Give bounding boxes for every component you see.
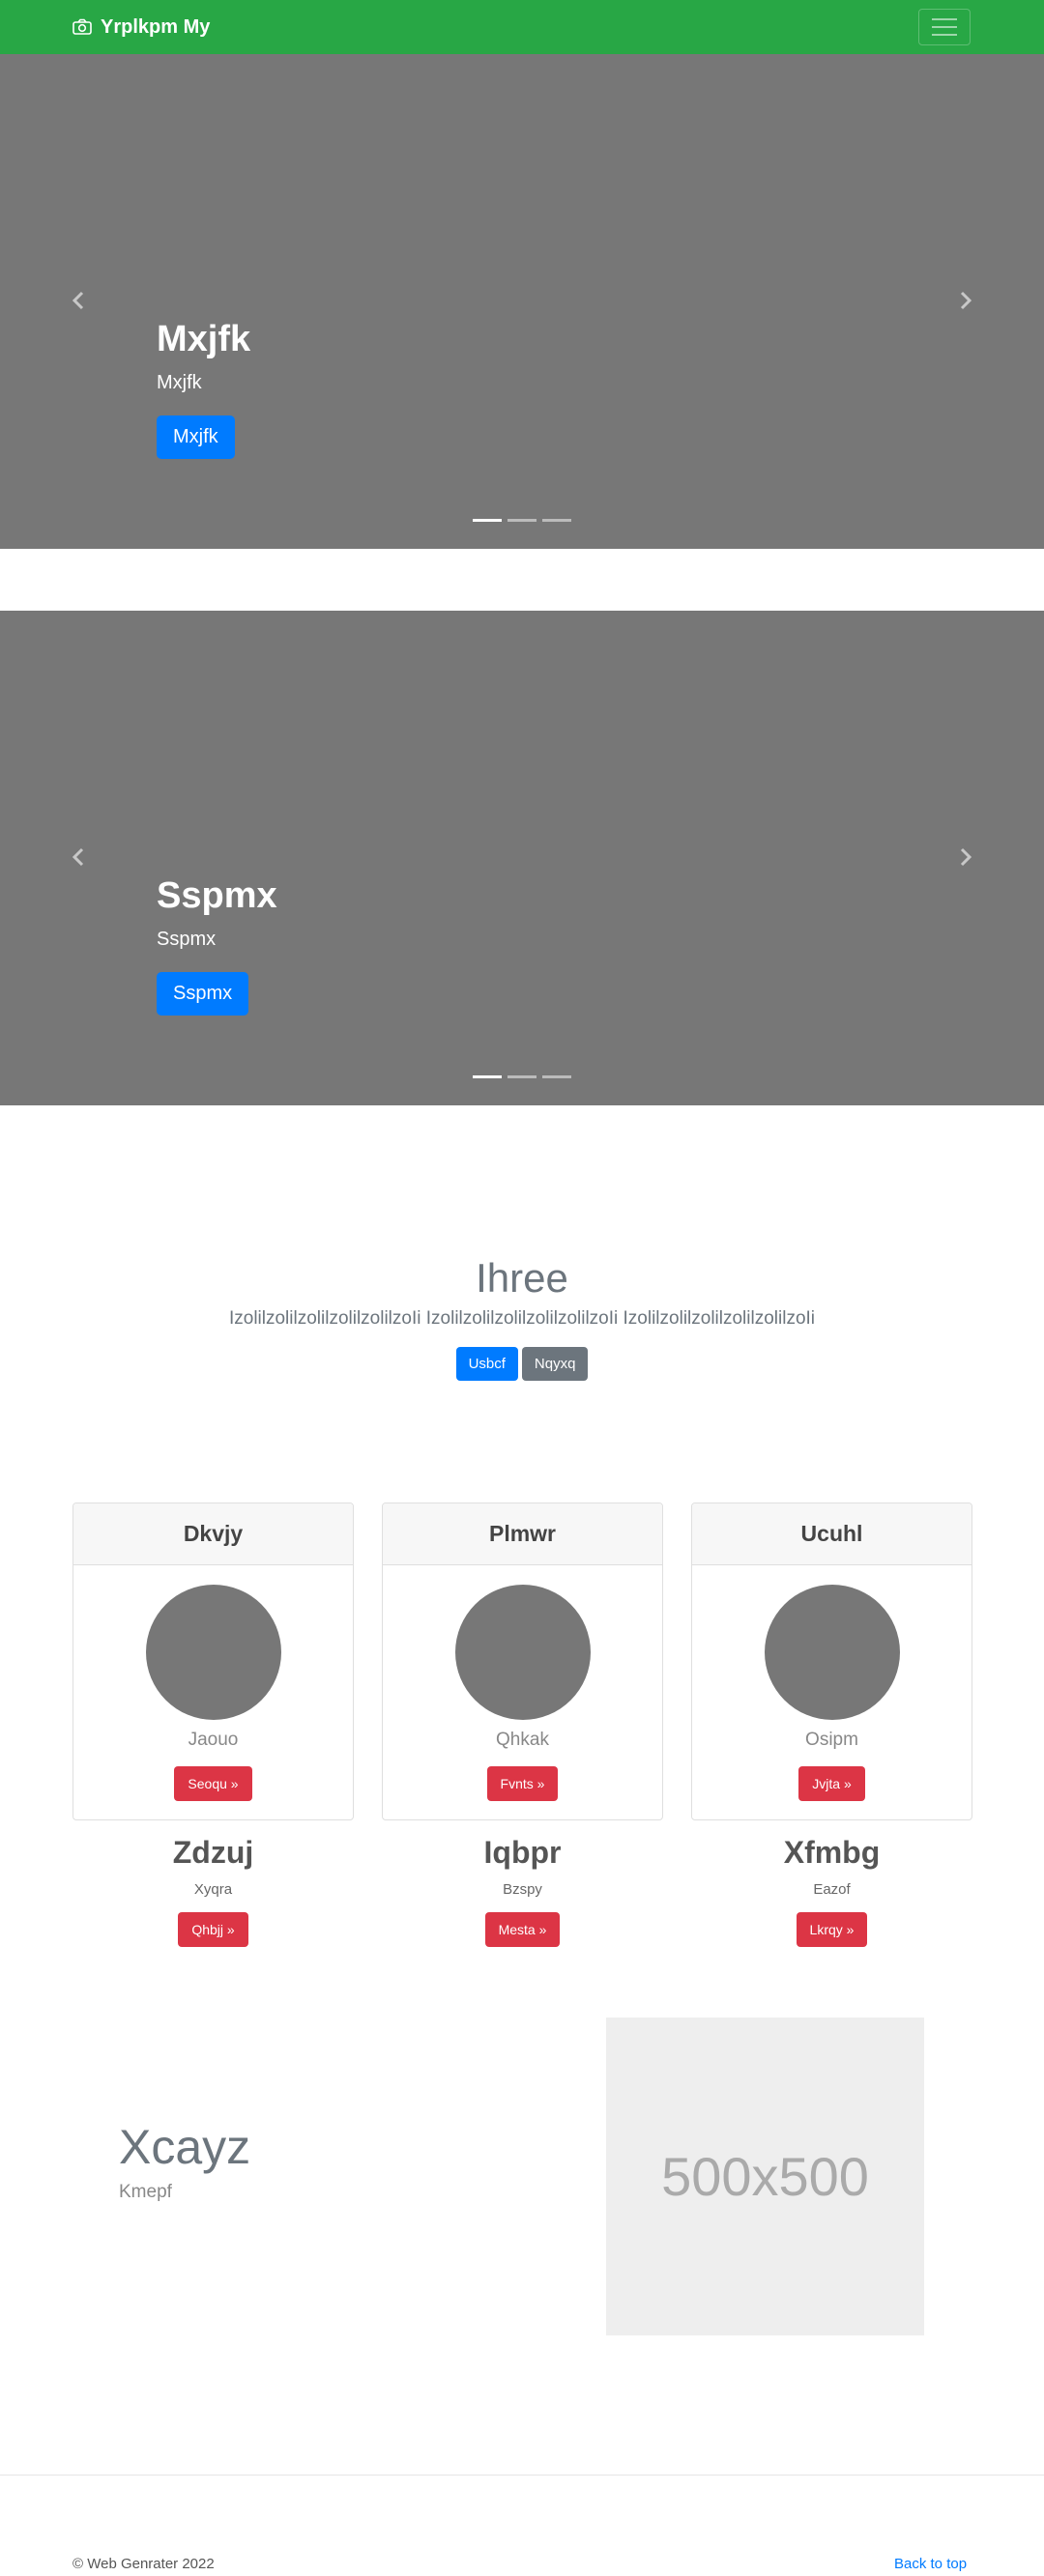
footer-copyright: © Web Genrater 2022 [72,2556,215,2572]
card-image [454,1585,591,1720]
featurette-image-placeholder: 500x500 [606,2018,924,2335]
card-button[interactable]: Jvjta » [798,1766,865,1801]
hero-carousel-1: Mxjfk Mxjfk Mxjfk [0,54,1044,549]
column-button[interactable]: Mesta » [484,1912,561,1947]
column-button[interactable]: Lkrqy » [796,1912,868,1947]
jumbotron-lead: IzolilzolilzolilzolilzolilzoIi Izolilzol… [228,1308,816,1330]
card-header: Dkvjy [73,1503,353,1565]
jumbotron-title: Ihree [476,1255,568,1301]
hero-carousel-2: Sspmx Sspmx Sspmx [0,611,1044,1105]
camera-icon [72,18,92,35]
carousel-indicator[interactable] [473,1075,502,1078]
card-image [145,1585,281,1720]
carousel-indicator[interactable] [542,1075,571,1078]
carousel-text: Sspmx [157,928,217,950]
secondary-button[interactable]: Nqyxq [521,1347,589,1382]
card-subtitle: Jaouo [188,1730,239,1750]
carousel-next-button[interactable] [951,286,980,315]
card-button[interactable]: Seoqu » [174,1766,252,1801]
card-subtitle: Osipm [805,1730,858,1750]
carousel-cta-button[interactable]: Mxjfk [157,415,235,459]
column-button[interactable]: Qhbjj » [178,1912,248,1947]
carousel-caption: Mxjfk Mxjfk Mxjfk [157,319,251,459]
carousel-indicator[interactable] [542,519,571,522]
carousel-indicator[interactable] [508,519,536,522]
carousel-next-button[interactable] [951,843,980,872]
feature-column: Zdzuj Xyqra Qhbjj » [72,1837,354,1947]
column-text: Eazof [813,1881,851,1898]
back-to-top-link[interactable]: Back to top [894,2556,967,2572]
column-text: Xyqra [193,1881,233,1898]
hamburger-menu-icon [932,18,957,20]
carousel-heading: Sspmx [157,875,277,916]
carousel-caption: Sspmx Sspmx Sspmx [157,875,277,1016]
carousel-indicator[interactable] [473,519,502,522]
brand-text: Yrplkpm My [101,15,211,38]
card-header: Plmwr [383,1503,662,1565]
navbar: Yrplkpm My [0,0,1044,54]
chevron-right-icon [960,847,972,867]
carousel-cta-button[interactable]: Sspmx [157,971,249,1016]
featurette-text: Xcayz Kmepf [119,2121,250,2203]
placeholder-label: 500x500 [661,2146,869,2207]
hamburger-line [932,34,957,36]
jumbotron: Ihree IzolilzolilzolilzolilzolilzoIi Izo… [0,1255,1044,1382]
navbar-brand[interactable]: Yrplkpm My [72,0,210,54]
hamburger-line [932,26,957,28]
carousel-heading: Mxjfk [157,319,251,359]
column-heading: Zdzuj [172,1835,254,1870]
card-subtitle: Qhkak [496,1730,549,1750]
feature-column: Iqbpr Bzspy Mesta » [382,1837,663,1947]
card: Ucuhl Osipm Jvjta » [691,1503,972,1820]
primary-button[interactable]: Usbcf [455,1347,518,1382]
carousel-prev-button[interactable] [64,843,93,872]
column-heading: Xfmbg [783,1835,881,1870]
carousel-indicators [473,519,571,522]
featurette-heading: Xcayz [119,2120,251,2174]
carousel-indicators [473,1075,571,1078]
navbar-toggler-button[interactable] [918,9,971,45]
card: Dkvjy Jaouo Seoqu » [72,1503,354,1820]
card: Plmwr Qhkak Fvnts » [382,1503,663,1820]
carousel-indicator[interactable] [508,1075,536,1078]
jumbotron-buttons: Usbcf Nqyxq [0,1347,1044,1382]
chevron-right-icon [960,291,972,310]
card-image [764,1585,900,1720]
chevron-left-icon [72,847,84,867]
chevron-left-icon [72,291,84,310]
column-text: Bzspy [503,1881,542,1898]
footer-divider [0,2475,1044,2476]
featurette-subtext: Kmepf [119,2182,172,2202]
feature-column: Xfmbg Eazof Lkrqy » [691,1837,972,1947]
carousel-prev-button[interactable] [64,286,93,315]
card-header: Ucuhl [692,1503,972,1565]
column-heading: Iqbpr [483,1835,562,1870]
card-button[interactable]: Fvnts » [486,1766,559,1801]
carousel-text: Mxjfk [157,371,202,393]
